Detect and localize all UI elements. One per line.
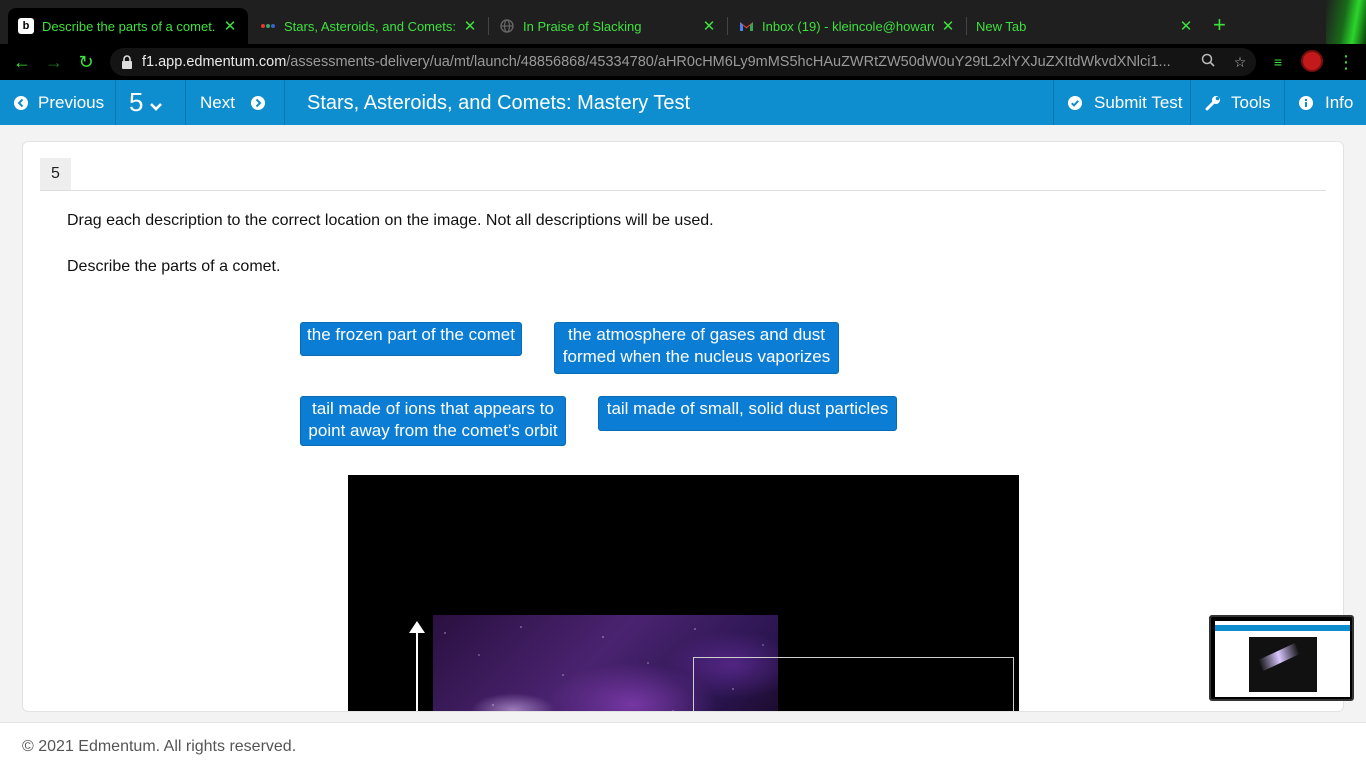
gmail-favicon-icon — [738, 18, 754, 34]
close-tab-icon[interactable]: ✕ — [222, 17, 238, 35]
question-prompt: Describe the parts of a comet. — [67, 258, 281, 275]
question-number: 5 — [129, 87, 144, 117]
new-tab-button[interactable]: + — [1213, 14, 1226, 36]
previous-button[interactable]: Previous — [0, 80, 116, 125]
menu-kebab-icon[interactable]: ⋮ — [1334, 50, 1358, 74]
url-text: f1.app.edmentum.com/assessments-delivery… — [142, 54, 1182, 70]
forward-icon[interactable]: → — [42, 50, 66, 74]
thumbnail-comet-streak — [1258, 643, 1300, 671]
chevron-down-icon — [150, 102, 163, 111]
zoom-icon[interactable] — [1198, 52, 1218, 72]
thumbnail-header — [1215, 625, 1350, 631]
url-path: /assessments-delivery/ua/mt/launch/48856… — [286, 54, 1171, 70]
theme-glow — [1326, 0, 1366, 44]
browser-tab[interactable]: In Praise of Slacking ✕ — [489, 8, 728, 44]
tile-text-line-1: tail made of ions that appears to — [312, 399, 554, 418]
answer-tile-atmosphere[interactable]: the atmosphere of gases and dust formed … — [554, 322, 839, 374]
screen-preview-thumbnail[interactable] — [1209, 615, 1354, 701]
close-tab-icon[interactable]: ✕ — [1178, 17, 1194, 35]
reload-icon[interactable]: ↻ — [74, 50, 98, 74]
lock-icon — [122, 55, 132, 69]
thumbnail-image — [1249, 637, 1317, 692]
browser-tab[interactable]: Stars, Asteroids, and Comets: M ✕ — [250, 8, 489, 44]
question-card: 5 Drag each description to the correct l… — [22, 141, 1344, 712]
question-selector[interactable]: 5 — [116, 80, 186, 125]
divider — [40, 190, 1326, 191]
globe-icon — [499, 18, 515, 34]
tab-title: New Tab — [976, 18, 1027, 34]
answer-tile-frozen-part[interactable]: the frozen part of the comet — [300, 322, 522, 356]
tile-text: the frozen part of the comet — [307, 325, 515, 344]
assessment-header: Previous 5 Next Stars, Asteroids, and Co… — [0, 80, 1366, 125]
tab-title: Inbox (19) - kleincole@howard — [762, 18, 934, 34]
profile-avatar[interactable] — [1301, 50, 1323, 72]
wrench-icon — [1205, 95, 1220, 110]
info-circle-icon — [1299, 95, 1313, 110]
bookmark-star-icon[interactable]: ☆ — [1230, 52, 1250, 72]
next-button[interactable]: Next — [186, 80, 285, 125]
arrow-right-circle-icon — [250, 95, 265, 110]
info-button[interactable]: Info — [1285, 80, 1366, 125]
tile-text-line-1: the atmosphere of gases and dust — [567, 325, 826, 344]
media-controls-icon[interactable]: ≡ — [1266, 50, 1290, 74]
browser-toolbar: ← → ↻ f1.app.edmentum.com/assessments-de… — [0, 44, 1366, 80]
tools-label: Tools — [1231, 92, 1271, 112]
direction-arrow-shaft — [416, 627, 418, 711]
answer-tile-dust-tail[interactable]: tail made of small, solid dust particles — [598, 396, 897, 431]
brainly-favicon-icon: b — [18, 18, 34, 34]
browser-tab-strip: b Describe the parts of a comet. ✕ Stars… — [0, 0, 1366, 44]
submit-label: Submit Test — [1094, 92, 1183, 112]
edmentum-favicon-icon — [260, 18, 276, 34]
browser-tab[interactable]: Inbox (19) - kleincole@howard ✕ — [728, 8, 967, 44]
thumbnail-content — [1215, 621, 1350, 697]
check-circle-icon — [1068, 95, 1082, 110]
previous-label: Previous — [38, 92, 105, 112]
browser-tab[interactable]: New Tab ✕ — [966, 8, 1204, 44]
next-label: Next — [200, 92, 235, 112]
tile-text-line-2: point away from the comet’s orbit — [308, 421, 558, 440]
address-bar[interactable]: f1.app.edmentum.com/assessments-delivery… — [110, 48, 1256, 76]
drop-target-box[interactable] — [693, 657, 1014, 711]
tab-title: In Praise of Slacking — [523, 18, 642, 34]
assessment-title: Stars, Asteroids, and Comets: Mastery Te… — [307, 92, 691, 114]
arrow-left-circle-icon — [14, 95, 28, 110]
tab-title: Stars, Asteroids, and Comets: M — [284, 18, 456, 34]
tools-button[interactable]: Tools — [1191, 80, 1285, 125]
browser-tab[interactable]: b Describe the parts of a comet. ✕ — [8, 8, 248, 44]
page-footer: © 2021 Edmentum. All rights reserved. — [0, 722, 1366, 768]
question-instruction: Drag each description to the correct loc… — [67, 212, 714, 229]
answer-tile-ion-tail[interactable]: tail made of ions that appears to point … — [300, 396, 566, 446]
tile-text: tail made of small, solid dust particles — [606, 399, 889, 418]
copyright-text: © 2021 Edmentum. All rights reserved. — [22, 738, 297, 755]
info-label: Info — [1325, 92, 1354, 112]
back-icon[interactable]: ← — [10, 50, 34, 74]
question-number-badge: 5 — [40, 158, 71, 190]
comet-image — [348, 475, 1019, 711]
submit-test-button[interactable]: Submit Test — [1053, 80, 1191, 125]
close-tab-icon[interactable]: ✕ — [701, 17, 717, 35]
url-host: f1.app.edmentum.com — [142, 54, 287, 70]
tab-title: Describe the parts of a comet. — [42, 18, 216, 34]
close-tab-icon[interactable]: ✕ — [940, 17, 956, 35]
tile-text-line-2: formed when the nucleus vaporizes — [562, 347, 831, 366]
close-tab-icon[interactable]: ✕ — [462, 17, 478, 35]
